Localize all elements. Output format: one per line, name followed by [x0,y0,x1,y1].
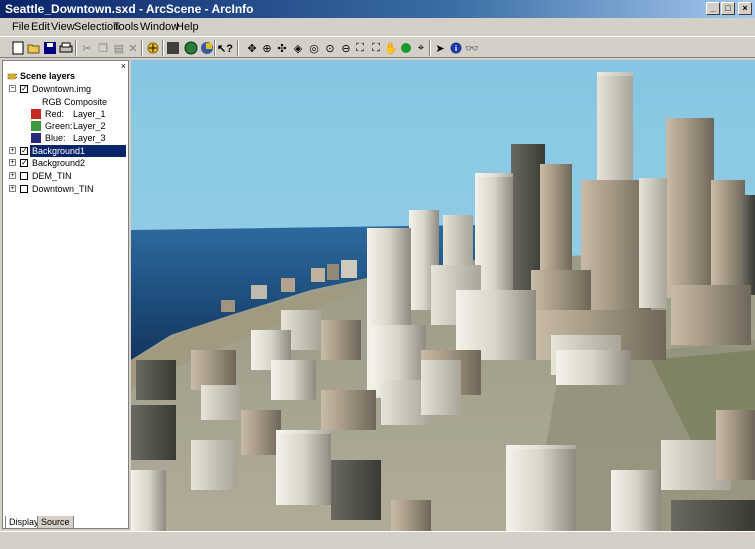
scene-properties-icon[interactable] [165,40,181,56]
band-label: Red: [45,109,65,119]
find-binoculars-icon[interactable]: 👓 [464,40,480,56]
menu-help[interactable]: Help [176,21,199,33]
window-title: Seattle_Downtown.sxd - ArcScene - ArcInf… [5,2,254,16]
blue-swatch [31,133,41,143]
legend-title: RGB Composite [42,97,108,107]
toolbar-separator [214,40,216,56]
legend-band-green: Green: Layer_2 [31,120,127,132]
add-data-icon[interactable] [145,40,161,56]
menu-view[interactable]: View [51,21,75,33]
status-bar [0,531,755,549]
minimize-button[interactable]: _ [706,2,720,15]
print-icon[interactable] [58,40,74,56]
layer-label: Background1 [30,145,126,157]
toolbox-icon[interactable] [199,40,215,56]
layer-label: DEM_TIN [32,171,72,181]
menu-window[interactable]: Window [140,21,179,33]
toolbar-separator [141,40,143,56]
close-panel-icon[interactable]: × [121,61,126,71]
zoom-in-icon[interactable]: ⊕ [259,40,275,56]
band-label: Green: [45,121,73,131]
city-3d-render[interactable] [131,60,755,531]
delete-icon[interactable]: ✕ [125,40,141,56]
layer-background1[interactable]: + ✓ Background1 [9,145,126,157]
zoom-extent-icon[interactable]: ⛶ [368,40,384,56]
layer-checkbox[interactable]: ✓ [20,147,28,155]
expand-icon[interactable]: + [9,159,16,166]
layers-stack-icon [7,73,18,80]
legend-band-blue: Blue: Layer_3 [31,132,127,144]
layer-checkbox[interactable] [20,185,28,193]
tab-source[interactable]: Source [37,516,74,529]
zoom-to-target-icon[interactable]: ⊙ [322,40,338,56]
identify-icon[interactable]: i [448,40,464,56]
globe-green-icon[interactable] [398,40,414,56]
layer-background2[interactable]: + ✓ Background2 [9,157,126,169]
scene-view[interactable] [131,60,755,531]
menu-edit[interactable]: Edit [31,21,50,33]
layer-label: Downtown_TIN [32,184,94,194]
layer-label: Downtown.img [32,84,92,94]
band-value: Layer_1 [73,109,106,119]
open-folder-icon[interactable] [26,40,42,56]
center-on-target-icon[interactable]: ◎ [306,40,322,56]
select-arrow-icon[interactable]: ➤ [432,40,448,56]
hand-icon[interactable]: ✋ [383,40,399,56]
set-observer-icon[interactable]: ⌖ [413,40,429,56]
layer-label: Background2 [32,158,86,168]
cut-icon[interactable]: ✂ [79,40,95,56]
layer-checkbox[interactable]: ✓ [20,159,28,167]
band-label: Blue: [45,133,66,143]
new-document-icon[interactable] [10,40,26,56]
pan-icon[interactable]: ✣ [274,40,290,56]
title-bar: Seattle_Downtown.sxd - ArcScene - ArcInf… [0,0,755,18]
collapse-icon[interactable]: − [9,85,16,92]
close-button[interactable]: × [738,2,752,15]
menu-file[interactable]: File [12,21,30,33]
table-of-contents: × Scene layers − ✓ Downtown.img RGB Comp… [2,60,129,529]
toolbar-separator [75,40,77,56]
layer-downtown-tin[interactable]: + Downtown_TIN [9,183,126,195]
toolbar-separator [237,40,239,56]
layer-checkbox[interactable] [20,172,28,180]
whats-this-icon[interactable]: ↖? [217,40,233,56]
layer-checkbox[interactable]: ✓ [20,85,28,93]
band-value: Layer_2 [73,121,106,131]
copy-icon[interactable]: ❐ [95,40,111,56]
layer-dem-tin[interactable]: + DEM_TIN [9,170,126,182]
menu-tools[interactable]: Tools [113,21,139,33]
toolbar: ✂ ❐ ▤ ✕ ↖? ✥ ⊕ ✣ ◈ ◎ ⊙ ⊖ ⛶ ⛶ ✋ ⌖ ➤ i 👓 [0,36,755,58]
expand-icon[interactable]: + [9,185,16,192]
band-value: Layer_3 [73,133,106,143]
legend-band-red: Red: Layer_1 [31,108,127,120]
toolbar-separator [162,40,164,56]
scene-layers-label: Scene layers [20,71,76,81]
red-swatch [31,109,41,119]
save-icon[interactable] [42,40,58,56]
navigate-icon[interactable]: ✥ [244,40,260,56]
maximize-button[interactable]: □ [721,2,735,15]
globe-icon[interactable] [183,40,199,56]
toolbar-separator [429,40,431,56]
layer-downtown-img[interactable]: − ✓ Downtown.img [9,83,127,95]
green-swatch [31,121,41,131]
full-extent-icon[interactable]: ⛶ [352,40,368,56]
expand-icon[interactable]: + [9,172,16,179]
menu-bar: File Edit View Selection Tools Window He… [0,18,755,36]
fly-icon[interactable]: ◈ [290,40,306,56]
expand-icon[interactable]: + [9,147,16,154]
